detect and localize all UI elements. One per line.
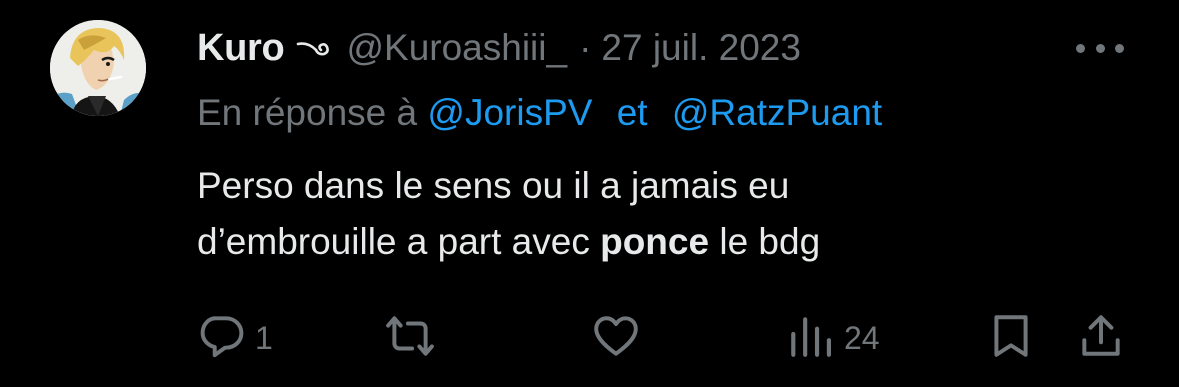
- action-bar: 1 24: [0, 310, 1179, 366]
- tweet-text-line: Perso dans le sens ou il a jamais eu: [197, 165, 790, 206]
- mention-conjunction: et: [616, 92, 648, 133]
- reply-icon: [197, 311, 247, 366]
- tweet-header: Kuro @Kuroashiii_ · 27 juil. 2023: [197, 24, 801, 72]
- reply-context: En réponse à @JorisPV et @RatzPuant: [197, 92, 882, 134]
- share-icon: [1076, 311, 1126, 366]
- mention-link[interactable]: @JorisPV: [427, 92, 592, 133]
- mention-link[interactable]: @RatzPuant: [672, 92, 882, 133]
- reply-button[interactable]: 1: [197, 310, 273, 366]
- tweet-text-line: d’embrouille a part avec ponce le bdg: [197, 214, 1097, 270]
- like-button[interactable]: [591, 310, 649, 366]
- bookmark-icon: [986, 311, 1036, 366]
- tweet-text-segment: d’embrouille a part avec: [197, 221, 590, 262]
- header-separator: ·: [579, 27, 592, 68]
- reply-prefix: En réponse à: [197, 92, 418, 133]
- share-button[interactable]: [1076, 310, 1126, 366]
- tweet-text-segment: le bdg: [719, 221, 821, 262]
- views-button[interactable]: 24: [786, 310, 880, 366]
- more-dot: [1095, 43, 1105, 53]
- heart-icon: [591, 311, 641, 366]
- tweet[interactable]: Kuro @Kuroashiii_ · 27 juil. 2023 En rép…: [0, 0, 1179, 387]
- swirl-eyebrow-emoji-icon: [296, 38, 332, 58]
- bookmark-button[interactable]: [986, 310, 1036, 366]
- tweet-text: Perso dans le sens ou il a jamais eu d’e…: [197, 158, 1097, 270]
- views-chart-icon: [786, 311, 836, 366]
- avatar[interactable]: [50, 20, 146, 116]
- views-count: 24: [844, 319, 880, 356]
- tweet-date[interactable]: 27 juil. 2023: [601, 27, 801, 69]
- tweet-text-bold: ponce: [600, 221, 710, 262]
- retweet-button[interactable]: [384, 310, 444, 366]
- more-dot: [1115, 43, 1124, 53]
- reply-count: 1: [255, 319, 273, 356]
- more-options-icon[interactable]: [1076, 38, 1124, 58]
- retweet-icon: [384, 311, 436, 366]
- author-name[interactable]: Kuro: [197, 27, 285, 70]
- author-handle[interactable]: @Kuroashiii_: [346, 27, 567, 69]
- more-dot: [1076, 43, 1085, 53]
